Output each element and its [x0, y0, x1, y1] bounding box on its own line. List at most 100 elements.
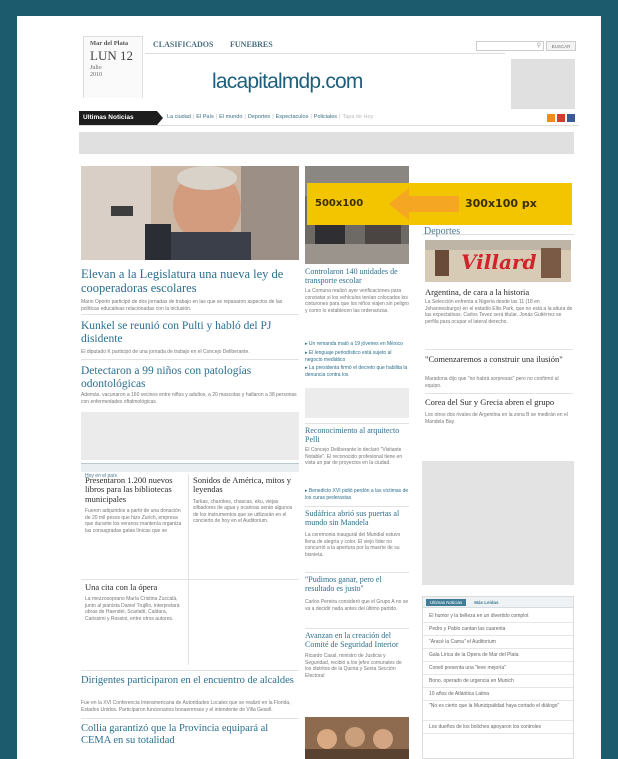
section-title[interactable]: Deportes	[424, 226, 460, 237]
middle-photo-bottom[interactable]	[305, 717, 409, 759]
bottom-photo-image	[305, 717, 409, 759]
list-item[interactable]: Coneli presenta una "leve mejoría"	[423, 662, 573, 675]
list-item[interactable]: "Aracé la Cama" el Auditorium	[423, 636, 573, 649]
tab-clasificados[interactable]: CLASIFICADOS	[153, 40, 213, 49]
delicious-icon[interactable]	[557, 114, 565, 122]
news-list: El humor y la belleza en un divertido co…	[423, 608, 573, 734]
story-title[interactable]: Dirigentes participaron en el encuentro …	[81, 675, 299, 687]
nav-link-deportes[interactable]: Deportes	[248, 114, 270, 120]
social-icons	[547, 114, 575, 122]
story-summary: Los otros dos rivales de Argentina en la…	[425, 412, 568, 425]
date-box: Mar del Plata LUN 12 Julio 2010	[83, 36, 143, 98]
related-link[interactable]: ▸ La presidenta firmó el decreto que hab…	[305, 365, 409, 379]
divider	[81, 718, 299, 719]
header-divider	[145, 53, 505, 54]
inline-ad	[81, 412, 299, 460]
story-summary: El Concejo Deliberante lo declaró "Visit…	[305, 447, 403, 466]
list-item[interactable]: El humor y la belleza en un divertido co…	[423, 610, 573, 623]
lead-photo-image	[81, 166, 299, 260]
search-icon: ⚲	[536, 43, 541, 49]
story-title[interactable]: Controlaron 140 unidades de transporte e…	[305, 267, 409, 286]
sub-story-title[interactable]: Sonidos de América, mitos y leyendas	[193, 475, 295, 495]
story-title[interactable]: "Comenzaremos a construir una ilusión"	[425, 354, 573, 364]
story-title[interactable]: Corea del Sur y Grecia abren el grupo	[425, 397, 573, 407]
right-ad	[422, 461, 574, 585]
sub-story-card[interactable]: Una cita con la ópera La mezzosoprano Ma…	[81, 580, 189, 665]
search-button[interactable]: BUSCAR	[546, 41, 576, 51]
divider	[425, 393, 573, 394]
story-summary: El diputado K participó de una jornada d…	[81, 349, 250, 355]
story-title[interactable]: Kunkel se reunió con Pulti y habló del P…	[81, 320, 299, 345]
divider	[305, 628, 409, 629]
story-summary: Ricardo Casal, ministro de Justicia y Se…	[305, 653, 402, 679]
section-bar: Hoy en el país	[81, 463, 299, 479]
nav-link-tapa-de-hoy[interactable]: Tapa de Hoy	[342, 114, 373, 120]
search-input[interactable]: ⚲	[476, 41, 544, 51]
middle-ad	[305, 388, 409, 418]
city-label: Mar del Plata	[90, 40, 129, 47]
story-summary: La Selección enfrenta a Nigeria desde la…	[425, 299, 573, 325]
rss-icon[interactable]	[547, 114, 555, 122]
related-link[interactable]: ▸ Benedicto XVI pidió perdón a las vícti…	[305, 488, 409, 502]
header-ad	[511, 59, 575, 109]
list-item[interactable]: Los dueños de los boliches apoyaron los …	[423, 721, 573, 734]
sub-story-title[interactable]: Presentaron 1.200 nuevos libros para las…	[85, 475, 184, 504]
sub-story-title[interactable]: Una cita con la ópera	[85, 582, 184, 592]
nav-title[interactable]: Ultimas Noticias	[79, 111, 157, 125]
list-item[interactable]: Gala Lírica de la Opera de Mar del Plata	[423, 649, 573, 662]
sub-story-summary: Tarkas, charokes, chascas, eku, viejas s…	[193, 498, 293, 525]
news-list-box: Ultimas Noticias Más Leidas El humor y l…	[422, 596, 574, 759]
divider	[305, 423, 409, 424]
nav-arrow	[157, 111, 163, 125]
related-link[interactable]: ▸ Un remanda mató a 19 jóvenes en México	[305, 341, 409, 348]
nav-link-policiales[interactable]: Policiales	[314, 114, 337, 120]
date-month: Julio	[90, 65, 102, 71]
story-title[interactable]: Avanzan en la creación del Comité de Seg…	[305, 631, 409, 650]
section-header: Deportes	[422, 221, 574, 237]
list-item[interactable]: 10 años de Atlántica Latina	[423, 688, 573, 701]
page: Mar del Plata LUN 12 Julio 2010 CLASIFIC…	[17, 16, 601, 759]
banner-text: Villard	[461, 250, 537, 274]
facebook-icon[interactable]	[567, 114, 575, 122]
nav-link-espectaculos[interactable]: Espectaculos	[276, 114, 309, 120]
story-summary: La ceremonia inaugural del Mundial estuv…	[305, 532, 401, 558]
related-links: ▸ Un remanda mató a 19 jóvenes en México…	[305, 341, 409, 381]
story-title[interactable]: "Pudimos ganar, pero el resultado es jus…	[305, 575, 409, 594]
list-item[interactable]: "No es cierto que la Municipalidad haya …	[423, 701, 573, 721]
empty-cell	[189, 580, 299, 665]
nav-link-la-ciudad[interactable]: La ciudad	[167, 114, 191, 120]
list-item[interactable]: Bono, operado de urgencia en Munich	[423, 675, 573, 688]
nav-link-el-mundo[interactable]: El mundo	[219, 114, 242, 120]
story-summary: Fue en la XVI Conferencia Interamericana…	[81, 700, 291, 713]
date-year: 2010	[90, 72, 102, 78]
story-summary: Maradona dijo que "no habrá sorpresas" p…	[425, 376, 559, 389]
story-title[interactable]: Reconocimiento al arquitecto Pelli	[305, 426, 409, 445]
sub-story-card[interactable]: Sonidos de América, mitos y leyendas Tar…	[189, 474, 299, 580]
nav-links: La ciudad | El País | El mundo | Deportes | …	[167, 114, 374, 120]
list-item[interactable]: Pedro y Pablo cantan las cuarenta	[423, 623, 573, 636]
lead-summary: Mario Oporto participó de dos jornadas d…	[81, 299, 283, 312]
sub-story-card[interactable]: Presentaron 1.200 nuevos libros para las…	[81, 474, 189, 580]
nav-link-el-pais[interactable]: El País	[196, 114, 213, 120]
divider	[305, 506, 409, 507]
lead-photo[interactable]	[81, 166, 299, 260]
sub-story-summary: La mezzosoprano María Cristina Zuccalá, …	[85, 596, 180, 622]
ad-label-left: 500x100	[315, 198, 364, 209]
story-title[interactable]: Detectaron a 99 niños con patologías odo…	[81, 365, 299, 390]
lead-title[interactable]: Elevan a la Legislatura una nueva ley de…	[81, 267, 299, 296]
story-summary: La Comuna realizó ayer verificaciones pa…	[305, 288, 409, 314]
site-logo[interactable]: lacapitalmdp.com	[212, 70, 363, 94]
divider	[425, 349, 573, 350]
related-link[interactable]: ▸ El lenguaje periodístico está sujeto a…	[305, 350, 409, 364]
story-title[interactable]: Collia garantizó que la Provincia equipa…	[81, 723, 299, 746]
divider	[81, 670, 299, 671]
story-title[interactable]: Sudáfrica abrió sus puertas al mundo sin…	[305, 509, 409, 528]
story-summary: Carlos Pereira consideró que el Grupo A …	[305, 599, 409, 612]
story-title[interactable]: Argentina, de cara a la historia	[425, 287, 573, 297]
sub-story-summary: Fueron adquiridos a partir de una donaci…	[85, 508, 182, 534]
deportes-banner[interactable]: Villard	[425, 240, 571, 282]
tab-mas-leidas[interactable]: Más Leidas	[470, 599, 502, 606]
divider	[81, 359, 299, 360]
tab-funebres[interactable]: FUNEBRES	[230, 40, 273, 49]
tab-ultimas-noticias[interactable]: Ultimas Noticias	[426, 598, 467, 606]
